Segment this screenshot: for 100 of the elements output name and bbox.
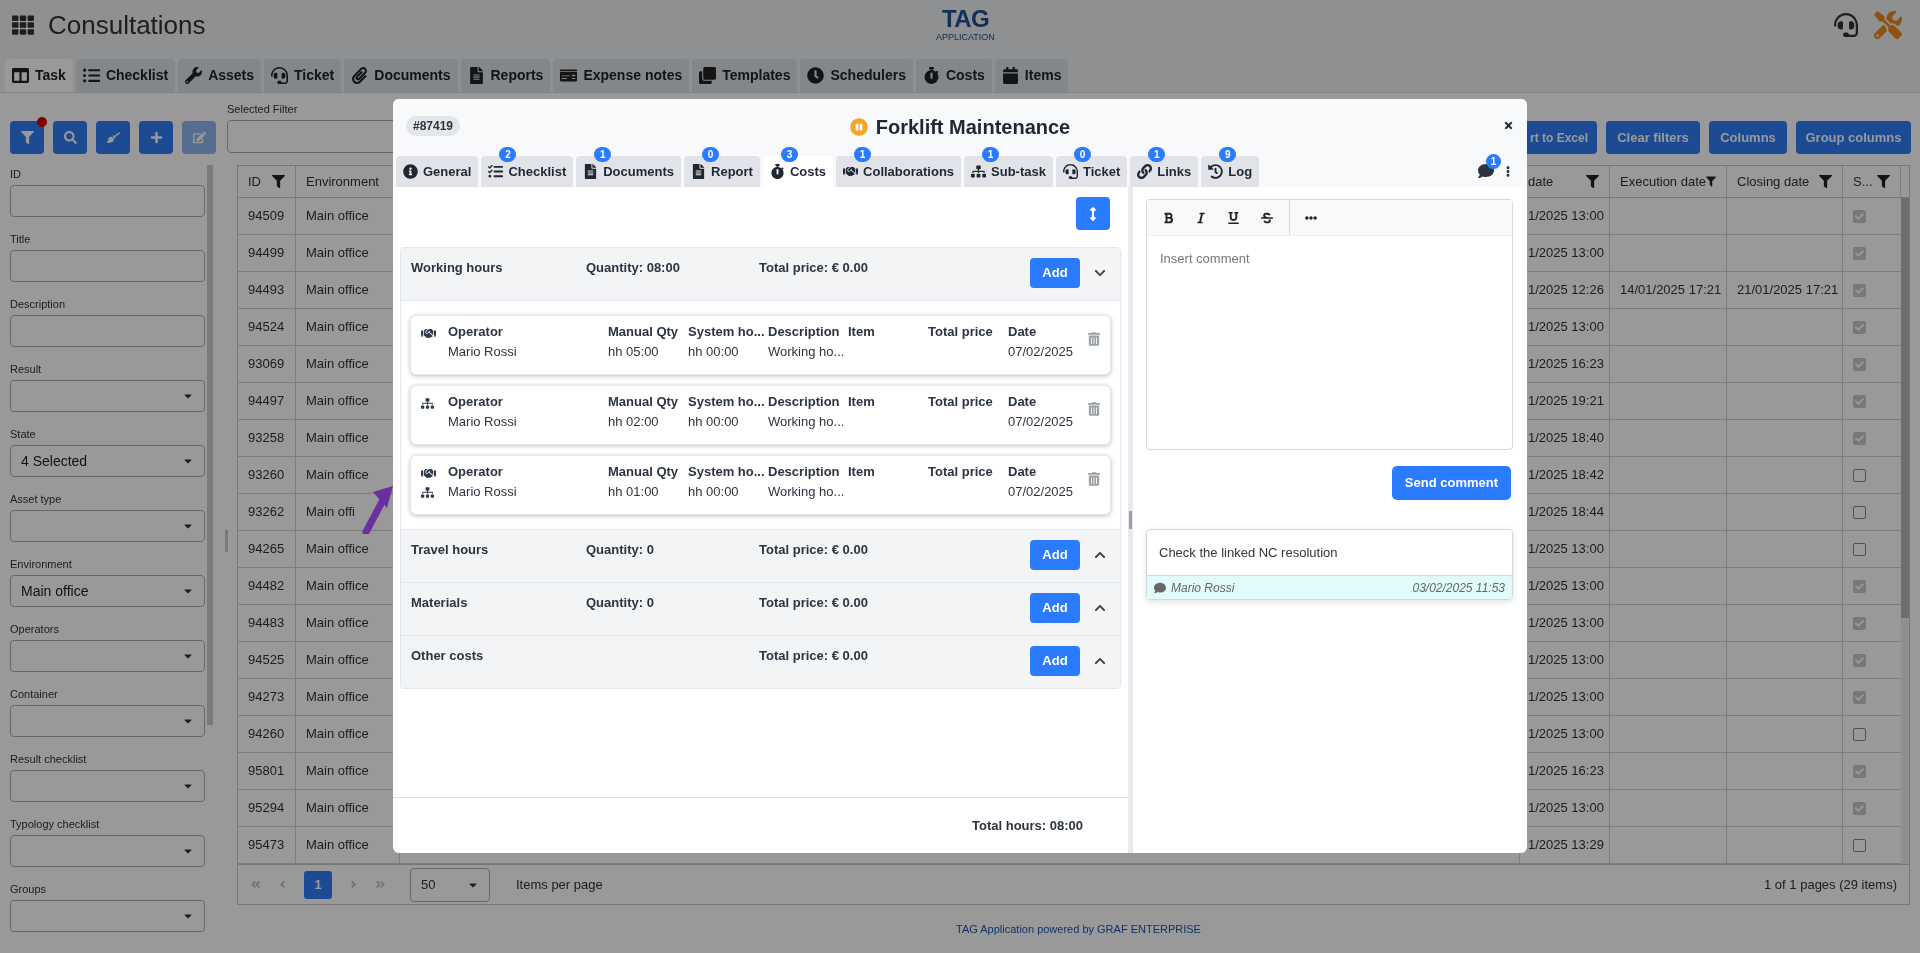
nav-tab[interactable]: Assets [178, 59, 262, 92]
bold-icon[interactable] [1163, 211, 1174, 224]
filter-dropdown[interactable] [10, 835, 205, 867]
row-checkbox[interactable] [1853, 838, 1866, 852]
row-checkbox[interactable] [1853, 394, 1866, 408]
row-checkbox[interactable] [1853, 209, 1866, 223]
trash-icon[interactable] [1088, 402, 1100, 416]
scrollbar[interactable] [1901, 198, 1909, 618]
row-checkbox[interactable] [1853, 690, 1866, 704]
trash-icon[interactable] [1088, 332, 1100, 346]
modal-tab[interactable]: General [396, 156, 479, 187]
page-size-label: Items per page [516, 875, 603, 894]
toolbar-button[interactable] [53, 121, 87, 154]
more-icon[interactable] [1506, 164, 1510, 178]
row-checkbox[interactable] [1853, 357, 1866, 371]
column-header[interactable]: Execution date [1610, 166, 1727, 197]
add-button[interactable]: Add [1030, 593, 1080, 623]
filter-icon[interactable] [1706, 175, 1716, 188]
comment-time: 03/02/2025 11:53 [1412, 579, 1505, 597]
page-button[interactable]: 1 [304, 870, 332, 899]
splitter-handle[interactable] [224, 530, 228, 552]
add-button[interactable]: Add [1030, 540, 1080, 570]
table-cell-text: 1/2025 16:23 [1528, 762, 1604, 781]
column-header[interactable]: ID [238, 166, 296, 197]
row-checkbox[interactable] [1853, 283, 1866, 297]
field-value: Working ho... [768, 344, 846, 360]
toolbar-button[interactable] [96, 121, 130, 154]
chevron-up-icon[interactable] [1094, 602, 1106, 614]
info-icon [403, 164, 418, 179]
nav-tab[interactable]: Templates [692, 59, 798, 92]
filter-dropdown[interactable]: Main office [10, 575, 205, 607]
nav-tab[interactable]: Expense notes [553, 59, 690, 92]
filter-dropdown[interactable] [10, 705, 205, 737]
nav-tab[interactable]: Checklist [75, 59, 176, 92]
chevron-up-icon[interactable] [1094, 655, 1106, 667]
filter-dropdown[interactable] [10, 510, 205, 542]
tools-icon[interactable] [1874, 11, 1902, 39]
filter-dropdown[interactable] [10, 640, 205, 672]
field-value: 07/02/2025 [1008, 484, 1075, 500]
toolbar-text-button[interactable]: Columns [1709, 121, 1787, 154]
last-page-icon[interactable] [375, 879, 386, 890]
trash-icon[interactable] [1088, 472, 1100, 486]
section-quantity: Quantity: 0 [586, 541, 655, 559]
row-checkbox[interactable] [1853, 505, 1866, 519]
filter-input[interactable] [10, 185, 205, 217]
filter-dropdown[interactable] [10, 900, 205, 932]
nav-tab[interactable]: Costs [915, 59, 992, 92]
row-checkbox[interactable] [1853, 542, 1866, 556]
headset-icon[interactable] [1834, 13, 1858, 37]
row-checkbox[interactable] [1853, 616, 1866, 630]
add-button[interactable]: Add [1030, 646, 1080, 676]
first-page-icon[interactable] [250, 879, 261, 890]
row-checkbox[interactable] [1853, 431, 1866, 445]
next-page-icon[interactable] [348, 879, 359, 890]
field-label: Date [1008, 394, 1038, 410]
column-header[interactable]: S... [1843, 166, 1901, 197]
comment-editor[interactable]: Insert comment [1146, 199, 1513, 450]
row-checkbox[interactable] [1853, 653, 1866, 667]
filter-input[interactable] [10, 315, 205, 347]
underline-icon[interactable] [1228, 211, 1239, 224]
row-checkbox[interactable] [1853, 801, 1866, 815]
nav-tab[interactable]: Items [994, 59, 1069, 92]
chevron-up-icon[interactable] [1094, 549, 1106, 561]
clock-icon [807, 67, 825, 84]
nav-tab[interactable]: Ticket [264, 59, 342, 92]
row-checkbox[interactable] [1853, 246, 1866, 260]
toolbar-text-button[interactable]: Group columns [1796, 121, 1911, 154]
chevron-down-icon[interactable] [1094, 267, 1106, 279]
italic-icon[interactable] [1196, 211, 1206, 224]
send-comment-button[interactable]: Send comment [1391, 466, 1511, 500]
filter-dropdown[interactable] [10, 770, 205, 802]
nav-tab[interactable]: Schedulers [800, 59, 913, 92]
filter-input[interactable] [10, 250, 205, 282]
toolbar-text-button[interactable]: rt to Excel [1525, 121, 1597, 154]
nav-tab[interactable]: Documents [344, 59, 458, 92]
expand-button[interactable] [1076, 197, 1110, 230]
row-checkbox[interactable] [1853, 579, 1866, 593]
filter-icon[interactable] [1586, 175, 1599, 188]
scrollbar[interactable] [207, 165, 213, 725]
column-header[interactable]: Closing date [1727, 166, 1843, 197]
row-checkbox[interactable] [1853, 320, 1866, 334]
filter-icon[interactable] [272, 175, 285, 188]
filter-icon[interactable] [1819, 175, 1832, 188]
nav-tab[interactable]: Reports [460, 59, 551, 92]
row-checkbox[interactable] [1853, 468, 1866, 482]
toolbar-button[interactable] [139, 121, 173, 154]
nav-tab[interactable]: Task [5, 59, 73, 92]
filter-dropdown[interactable]: 4 Selected [10, 445, 205, 477]
filter-icon[interactable] [1877, 175, 1890, 188]
row-checkbox[interactable] [1853, 764, 1866, 778]
page-size-dropdown[interactable]: 50 [410, 867, 490, 902]
filter-dropdown[interactable] [10, 380, 205, 412]
toolbar-text-button[interactable]: Clear filters [1606, 121, 1700, 154]
card-icon [560, 67, 578, 84]
close-icon[interactable] [1503, 120, 1514, 131]
strikethrough-icon[interactable] [1261, 211, 1273, 224]
apps-menu-icon[interactable] [12, 14, 34, 36]
row-checkbox[interactable] [1853, 727, 1866, 741]
add-button[interactable]: Add [1030, 258, 1080, 288]
splitter-handle[interactable] [1129, 511, 1132, 529]
